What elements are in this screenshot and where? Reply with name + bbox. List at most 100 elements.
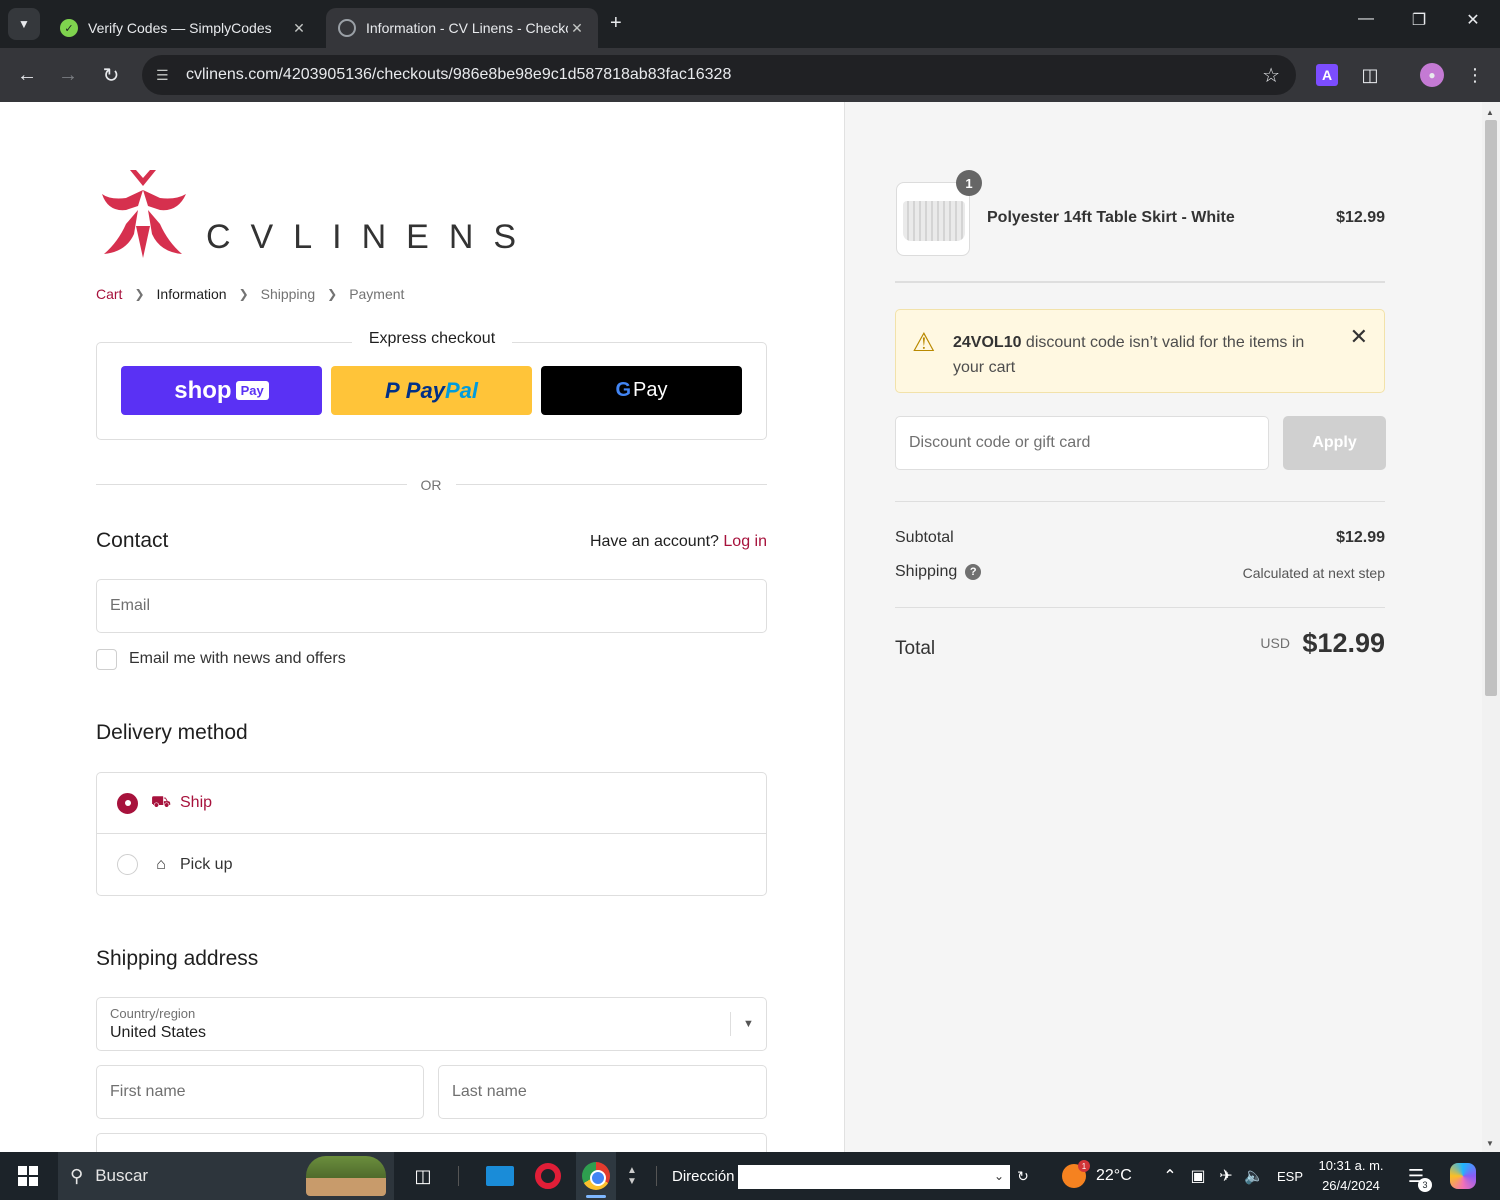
restore-icon[interactable]: ❐: [1404, 10, 1434, 30]
order-summary-panel: [844, 102, 1500, 1152]
quantity-badge: 1: [956, 170, 982, 196]
site-info-icon[interactable]: ☰: [156, 67, 180, 84]
copilot-icon[interactable]: [1448, 1152, 1478, 1200]
last-name-field[interactable]: Last name: [438, 1065, 767, 1119]
close-tab-icon[interactable]: ✕: [290, 20, 308, 37]
new-tab-plus-icon[interactable]: +: [610, 12, 622, 35]
logo-wordmark: CVLINENS: [206, 218, 537, 256]
breadcrumb-information: Information: [156, 286, 227, 302]
taskbar-scroll-arrows[interactable]: ▲ ▼: [624, 1152, 640, 1200]
email-field[interactable]: Email: [96, 579, 767, 633]
weather-widget[interactable]: 1 22°C: [1062, 1152, 1142, 1200]
close-tab-icon[interactable]: ✕: [568, 20, 586, 37]
pickup-label: Pick up: [180, 855, 233, 873]
meet-now-icon[interactable]: ▣: [1185, 1152, 1211, 1200]
close-icon[interactable]: ✕: [1350, 324, 1368, 350]
address-toolbar-input[interactable]: ⌄: [738, 1165, 1010, 1189]
warning-code: 24VOL10: [953, 334, 1022, 351]
or-divider-right: [456, 484, 767, 485]
url-text[interactable]: cvlinens.com/4203905136/checkouts/986e8b…: [186, 66, 731, 84]
address-bar[interactable]: ☰ cvlinens.com/4203905136/checkouts/986e…: [142, 55, 1296, 95]
input-language[interactable]: ESP: [1276, 1152, 1304, 1200]
breadcrumb-cart[interactable]: Cart: [96, 286, 122, 302]
bookmark-star-icon[interactable]: ☆: [1262, 63, 1280, 88]
breadcrumb-payment: Payment: [349, 286, 405, 302]
opera-app-icon[interactable]: [528, 1152, 568, 1200]
address-toolbar-label: Dirección: [672, 1167, 735, 1185]
chevron-down-icon[interactable]: ⌄: [994, 1169, 1004, 1183]
tab-simplycodes[interactable]: ✓ Verify Codes — SimplyCodes ✕: [48, 8, 320, 48]
tab-search-button[interactable]: ▼: [8, 8, 40, 40]
email-placeholder: Email: [110, 597, 151, 614]
show-hidden-icons-chevron-icon[interactable]: ⌃: [1157, 1152, 1183, 1200]
shop-pay-badge: Pay: [235, 381, 269, 400]
delivery-method-options: ⛟ Ship ⌂ Pick up: [96, 772, 767, 896]
discount-code-input[interactable]: Discount code or gift card: [895, 416, 1269, 470]
chevron-down-icon[interactable]: ▼: [627, 1176, 637, 1187]
notification-count: 3: [1418, 1178, 1432, 1192]
mail-app-icon[interactable]: [480, 1152, 520, 1200]
system-clock[interactable]: 10:31 a. m. 26/4/2024: [1312, 1152, 1390, 1200]
newsletter-checkbox[interactable]: [96, 649, 117, 670]
country-select[interactable]: Country/region United States ▼: [96, 997, 767, 1051]
shipping-label-text: Shipping: [895, 563, 958, 580]
search-highlight-image: [306, 1156, 386, 1196]
scrollbar-thumb[interactable]: [1485, 120, 1497, 696]
product-price: $12.99: [1336, 209, 1385, 226]
page-scrollbar[interactable]: ▲ ▼: [1482, 102, 1500, 1152]
pickup-radio[interactable]: [117, 854, 138, 875]
truck-icon: ⛟: [150, 794, 172, 811]
currency-code: USD: [1260, 635, 1290, 651]
express-checkout-label: Express checkout: [352, 330, 512, 348]
tab-title: Information - CV Linens - Checkout: [366, 20, 568, 36]
dropdown-arrow-icon: ▼: [730, 1012, 766, 1036]
notification-center-icon[interactable]: ☰ 3: [1402, 1152, 1432, 1200]
paypal-wordmark-pal: Pal: [444, 377, 478, 403]
chevron-up-icon[interactable]: ▲: [627, 1165, 637, 1176]
breadcrumb: Cart ❯ Information ❯ Shipping ❯ Payment: [96, 286, 404, 302]
minimize-icon[interactable]: —: [1351, 10, 1381, 28]
task-view-icon[interactable]: ◫: [408, 1152, 438, 1200]
chrome-app-icon[interactable]: [576, 1152, 616, 1200]
delivery-option-pickup[interactable]: ⌂ Pick up: [97, 834, 766, 895]
start-button[interactable]: [14, 1152, 42, 1200]
simplycodes-favicon-icon: ✓: [60, 19, 78, 37]
newsletter-checkbox-label[interactable]: Email me with news and offers: [129, 650, 346, 668]
tab-cv-linens-checkout[interactable]: Information - CV Linens - Checkout ✕: [326, 8, 598, 48]
breadcrumb-shipping: Shipping: [260, 286, 316, 302]
profile-avatar[interactable]: ●: [1420, 63, 1444, 87]
paypal-button[interactable]: P Pay Pal: [331, 366, 532, 415]
address-field[interactable]: [96, 1133, 767, 1152]
refresh-go-icon[interactable]: ↻: [1012, 1152, 1034, 1200]
help-icon[interactable]: ?: [965, 564, 982, 580]
more-menu-icon[interactable]: ⋮: [1462, 62, 1488, 88]
ship-radio[interactable]: [117, 792, 138, 814]
scroll-up-arrow-icon[interactable]: ▲: [1486, 108, 1494, 117]
shipping-address-heading: Shipping address: [96, 947, 259, 970]
tab-bar: ▼ ✓ Verify Codes — SimplyCodes ✕ Informa…: [0, 0, 1500, 48]
google-pay-button[interactable]: G Pay: [541, 366, 742, 415]
close-window-icon[interactable]: ✕: [1458, 10, 1488, 30]
shop-pay-button[interactable]: shop Pay: [121, 366, 322, 415]
cv-linens-logo[interactable]: CVLINENS: [96, 168, 516, 260]
apply-discount-button[interactable]: Apply: [1283, 416, 1386, 470]
product-name: Polyester 14ft Table Skirt - White: [987, 209, 1235, 226]
back-arrow-icon[interactable]: ←: [12, 60, 42, 90]
forward-arrow-icon[interactable]: →: [53, 60, 83, 90]
extension-a-icon[interactable]: A: [1316, 64, 1338, 86]
temperature: 22°C: [1096, 1167, 1132, 1184]
scroll-down-arrow-icon[interactable]: ▼: [1486, 1139, 1494, 1148]
first-name-placeholder: First name: [110, 1083, 186, 1100]
paypal-p-icon: P: [385, 377, 406, 403]
or-divider-text: OR: [420, 477, 442, 493]
log-in-link[interactable]: Log in: [723, 533, 767, 550]
extensions-puzzle-icon[interactable]: ◫: [1357, 62, 1383, 88]
ship-label: Ship: [180, 794, 213, 811]
first-name-field[interactable]: First name: [96, 1065, 424, 1119]
airplane-mode-icon[interactable]: ✈: [1213, 1152, 1239, 1200]
volume-icon[interactable]: 🔈: [1241, 1152, 1267, 1200]
delivery-option-ship[interactable]: ⛟ Ship: [97, 773, 766, 834]
cv-linens-emblem-icon: [102, 170, 186, 258]
taskbar-search[interactable]: ⚲ Buscar: [58, 1152, 394, 1200]
reload-icon[interactable]: ↻: [96, 60, 126, 90]
